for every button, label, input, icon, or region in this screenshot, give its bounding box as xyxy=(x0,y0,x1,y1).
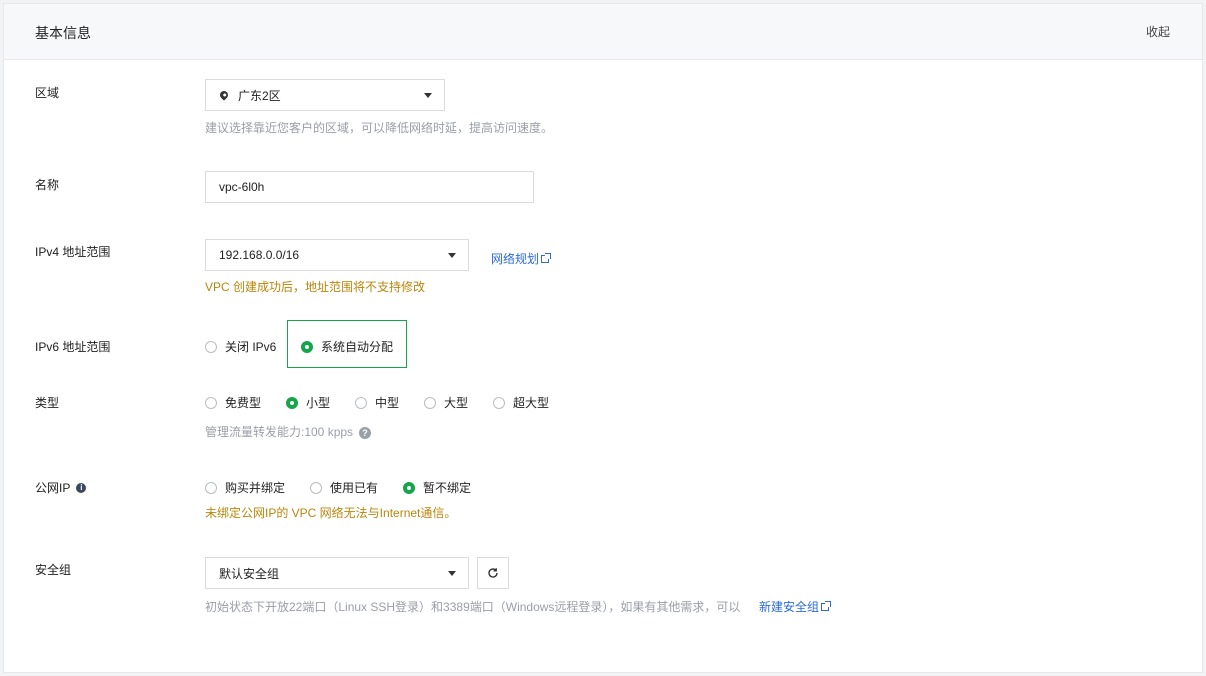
type-option-large[interactable]: 大型 xyxy=(424,394,468,411)
type-option-free-label: 免费型 xyxy=(225,396,262,410)
type-option-small[interactable]: 小型 xyxy=(286,394,330,411)
public-ip-option-buy-label: 购买并绑定 xyxy=(225,481,286,495)
radio-icon xyxy=(355,396,367,409)
ipv6-option-off[interactable]: 关闭 IPv6 xyxy=(205,338,276,355)
security-group-value: 默认安全组 xyxy=(219,566,280,581)
security-group-hint: 初始状态下开放22端口（Linux SSH登录）和3389端口（Windows远… xyxy=(205,600,741,614)
radio-icon xyxy=(205,481,217,494)
region-label: 区域 xyxy=(35,86,60,100)
help-icon[interactable]: ? xyxy=(359,426,372,439)
info-icon[interactable]: i xyxy=(76,482,87,493)
public-ip-warning: 未绑定公网IP的 VPC 网络无法与Internet通信。 xyxy=(205,506,457,520)
radio-icon xyxy=(493,396,505,409)
type-option-large-label: 大型 xyxy=(444,396,469,410)
create-security-group-link[interactable]: 新建安全组 xyxy=(759,598,832,615)
create-security-group-link-label: 新建安全组 xyxy=(759,600,820,614)
region-select[interactable]: 广东2区 xyxy=(205,79,445,111)
card-header: 基本信息 收起 xyxy=(4,4,1202,60)
ipv6-option-off-label: 关闭 IPv6 xyxy=(225,340,277,354)
public-ip-option-existing-label: 使用已有 xyxy=(330,481,379,495)
radio-icon xyxy=(205,396,217,409)
type-option-medium-label: 中型 xyxy=(375,396,400,410)
security-group-label: 安全组 xyxy=(35,563,72,577)
name-input[interactable]: vpc-6l0h xyxy=(205,171,534,203)
ipv6-option-auto[interactable]: 系统自动分配 xyxy=(301,338,393,355)
network-planning-link[interactable]: 网络规划 xyxy=(491,250,552,267)
radio-checked-icon xyxy=(301,340,313,353)
type-option-small-label: 小型 xyxy=(306,396,331,410)
radio-icon xyxy=(310,481,322,494)
external-link-icon xyxy=(541,252,552,263)
public-ip-option-none-label: 暂不绑定 xyxy=(423,481,472,495)
region-hint: 建议选择靠近您客户的区域，可以降低网络时延，提高访问速度。 xyxy=(205,121,554,135)
collapse-button[interactable]: 收起 xyxy=(1146,23,1170,40)
security-group-select[interactable]: 默认安全组 xyxy=(205,557,469,589)
name-value: vpc-6l0h xyxy=(219,180,265,194)
card-title: 基本信息 xyxy=(35,25,91,41)
public-ip-option-none[interactable]: 暂不绑定 xyxy=(403,479,471,496)
ipv4-value: 192.168.0.0/16 xyxy=(219,248,300,262)
refresh-button[interactable] xyxy=(477,557,509,589)
type-option-xlarge[interactable]: 超大型 xyxy=(493,394,549,411)
radio-icon xyxy=(205,340,217,353)
radio-checked-icon xyxy=(286,396,298,409)
public-ip-label-text: 公网IP xyxy=(35,481,71,495)
name-label: 名称 xyxy=(35,178,60,192)
chevron-down-icon xyxy=(448,571,456,576)
ipv6-option-auto-label: 系统自动分配 xyxy=(321,340,394,354)
type-option-medium[interactable]: 中型 xyxy=(355,394,399,411)
chevron-down-icon xyxy=(448,253,456,258)
public-ip-option-existing[interactable]: 使用已有 xyxy=(310,479,378,496)
radio-checked-icon xyxy=(403,481,415,494)
region-value: 广东2区 xyxy=(238,88,281,103)
public-ip-label: 公网IP i xyxy=(35,479,87,496)
external-link-icon xyxy=(821,600,832,611)
refresh-icon xyxy=(488,568,498,578)
ipv4-warning: VPC 创建成功后，地址范围将不支持修改 xyxy=(205,280,426,294)
location-icon xyxy=(218,89,230,101)
type-option-free[interactable]: 免费型 xyxy=(205,394,261,411)
radio-icon xyxy=(424,396,436,409)
ipv4-select[interactable]: 192.168.0.0/16 xyxy=(205,239,469,271)
type-hint: 管理流量转发能力:100 kpps? xyxy=(205,423,372,440)
type-label: 类型 xyxy=(35,396,60,410)
chevron-down-icon xyxy=(424,93,432,98)
type-hint-text: 管理流量转发能力:100 kpps xyxy=(205,425,354,439)
ipv6-label: IPv6 地址范围 xyxy=(35,340,111,354)
network-planning-link-label: 网络规划 xyxy=(491,252,540,266)
basic-info-card: 基本信息 收起 区域 广东2区 建议选择靠近您客户的区域，可以降低网络时延，提高… xyxy=(3,3,1203,673)
ipv4-label: IPv4 地址范围 xyxy=(35,245,111,259)
type-option-xlarge-label: 超大型 xyxy=(513,396,550,410)
public-ip-option-buy[interactable]: 购买并绑定 xyxy=(205,479,285,496)
